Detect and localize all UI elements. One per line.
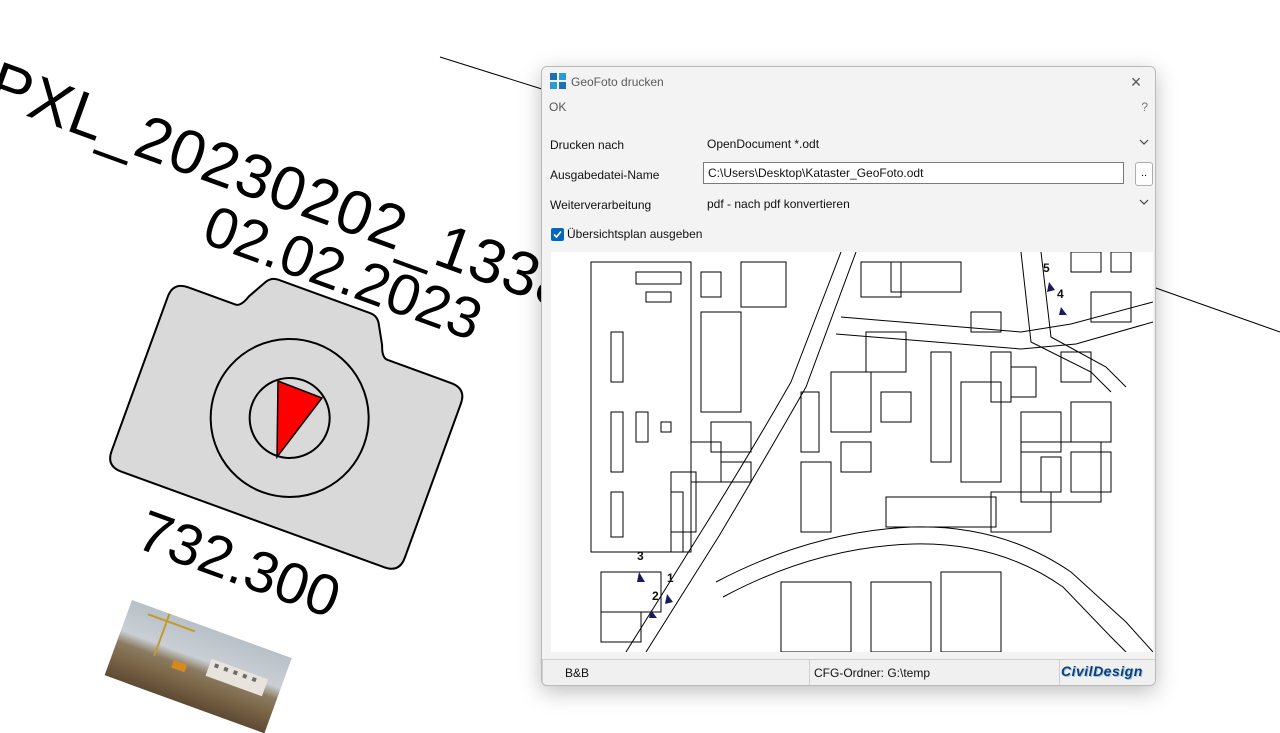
map-marker-label: 1: [667, 571, 674, 585]
map-marker-icon: [1059, 307, 1067, 315]
app-icon: [550, 73, 566, 89]
map-marker-icon: [1047, 282, 1055, 292]
output-file-input[interactable]: [703, 162, 1124, 184]
overview-checkbox[interactable]: [551, 228, 564, 241]
map-marker-icon: [637, 572, 645, 582]
geofoto-print-dialog: GeoFoto drucken × OK ? Drucken nach Open…: [541, 66, 1156, 686]
chevron-down-icon: [1139, 199, 1149, 205]
print-to-value: OpenDocument *.odt: [707, 137, 820, 151]
status-user: B&B: [565, 666, 590, 680]
status-user-cell: B&B: [542, 660, 810, 685]
map-marker-icon: [649, 610, 657, 618]
map-marker-label: 2: [652, 589, 659, 603]
dialog-title: GeoFoto drucken: [571, 75, 664, 89]
postprocess-select[interactable]: pdf - nach pdf konvertieren: [703, 193, 1152, 215]
postprocess-label: Weiterverarbeitung: [550, 198, 652, 212]
dialog-menubar: OK ?: [542, 97, 1155, 117]
overview-map-drawing: 1 2 3 4 5: [590, 252, 1153, 652]
status-cfg-cell: CFG-Ordner: G:\temp: [809, 660, 1060, 685]
output-file-label: Ausgabedatei-Name: [550, 168, 660, 182]
map-marker-label: 3: [637, 549, 644, 563]
browse-button[interactable]: ..: [1135, 162, 1153, 186]
print-to-select[interactable]: OpenDocument *.odt: [703, 133, 1152, 155]
close-button[interactable]: ×: [1123, 70, 1149, 94]
civildesign-logo: CivilDesign: [1061, 663, 1143, 679]
status-bar: B&B CFG-Ordner: G:\temp CivilDesign: [542, 659, 1155, 685]
overview-checkbox-label[interactable]: Übersichtsplan ausgeben: [567, 227, 702, 241]
cad-line: [439, 56, 546, 91]
map-marker-label: 4: [1057, 287, 1064, 301]
postprocess-value: pdf - nach pdf konvertieren: [707, 197, 850, 211]
map-marker-label: 5: [1043, 261, 1050, 275]
dialog-titlebar[interactable]: GeoFoto drucken ×: [542, 67, 1155, 97]
print-to-label: Drucken nach: [550, 138, 625, 152]
menu-ok[interactable]: OK: [549, 100, 566, 114]
status-cfg-folder: CFG-Ordner: G:\temp: [814, 666, 931, 680]
menu-help[interactable]: ?: [1141, 100, 1148, 114]
map-marker-icon: [665, 594, 673, 604]
cad-line: [1152, 286, 1280, 333]
checkmark-icon: [553, 230, 562, 239]
overview-map[interactable]: 1 2 3 4 5: [551, 252, 1153, 652]
chevron-down-icon: [1139, 139, 1149, 145]
